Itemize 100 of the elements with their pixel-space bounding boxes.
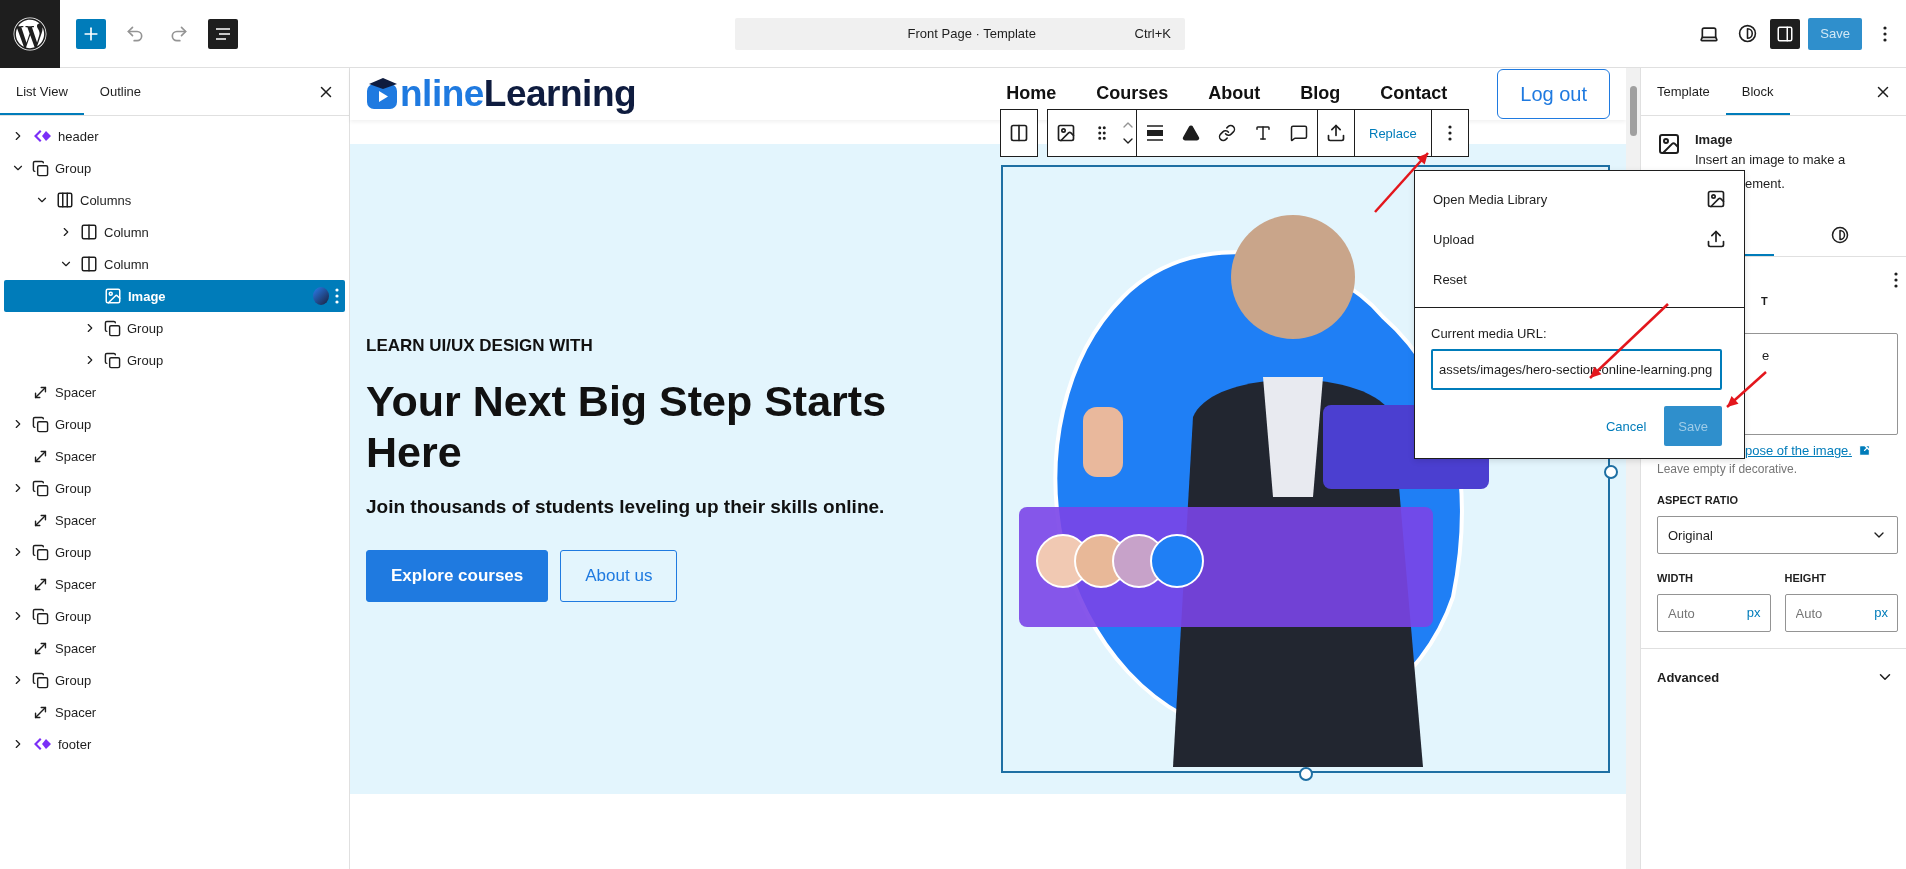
sidebar-tab[interactable]: Outline — [83, 68, 157, 115]
list-view-item[interactable]: Spacer — [4, 440, 345, 472]
columns-icon — [56, 191, 74, 209]
field-label: ASPECT RATIO — [1657, 494, 1740, 506]
item-label: Spacer — [55, 576, 97, 592]
add-block-button[interactable] — [76, 18, 106, 49]
triangle-icon — [1182, 124, 1200, 142]
list-view-item[interactable]: Spacer — [4, 568, 345, 600]
nav-link[interactable]: Courses — [1096, 82, 1169, 106]
list-view-item[interactable]: Spacer — [4, 696, 345, 728]
hero-subtitle: Join thousands of students leveling up their skills online. — [366, 495, 886, 518]
nav-link[interactable]: About — [1208, 82, 1261, 106]
item-label: footer — [58, 736, 92, 752]
list-view-item[interactable]: Group — [4, 472, 345, 504]
list-view-item[interactable]: Spacer — [4, 504, 345, 536]
undo-icon — [125, 23, 145, 44]
replace-button[interactable]: Replace — [1355, 110, 1431, 156]
list-view-item[interactable]: Spacer — [4, 632, 345, 664]
item-label: Group — [55, 608, 92, 624]
annotation-arrow — [1726, 371, 1767, 408]
list-view-item[interactable]: Image — [4, 280, 345, 312]
list-view-item[interactable]: Group — [4, 536, 345, 568]
item-label: Spacer — [55, 384, 97, 400]
item-label: Group — [55, 160, 92, 176]
menu-item[interactable]: Reset — [1415, 259, 1744, 299]
group-icon — [32, 159, 49, 177]
more-icon — [1883, 25, 1887, 42]
image-thumbnail — [313, 287, 329, 305]
image-icon — [104, 287, 122, 305]
sidebar-tab[interactable]: List View — [0, 68, 84, 115]
settings-tab[interactable]: Block — [1725, 68, 1790, 115]
contrast-icon — [1830, 226, 1849, 244]
list-view-item[interactable]: Group — [4, 408, 345, 440]
upload-icon — [1326, 123, 1346, 143]
item-label: Group — [55, 544, 92, 560]
external-link-icon — [1857, 444, 1871, 457]
logo-button[interactable] — [0, 0, 60, 68]
redo-icon — [169, 23, 189, 44]
nav-link[interactable]: Contact — [1380, 82, 1448, 106]
group-icon — [32, 671, 49, 689]
resize-handle[interactable] — [1298, 767, 1313, 781]
group-icon — [104, 351, 121, 369]
list-view-item[interactable]: Group — [4, 152, 345, 184]
sidebar-toggle-button[interactable] — [1770, 18, 1801, 49]
field-value: e — [1762, 348, 1770, 363]
list-view-button[interactable] — [208, 18, 238, 49]
advanced-toggle[interactable]: Advanced — [1641, 649, 1906, 705]
help-link[interactable]: pose of the image. — [1745, 443, 1852, 458]
command-search-field[interactable]: Front Page · Template Ctrl+K — [735, 17, 1185, 50]
logo-text: nline — [400, 73, 484, 115]
list-view-item[interactable]: Group — [4, 344, 345, 376]
item-label: Columns — [80, 192, 132, 208]
logout-button[interactable]: Log out — [1497, 69, 1610, 119]
item-label: Image — [128, 288, 166, 304]
scrollbar-thumb[interactable] — [1629, 86, 1637, 136]
image-icon — [1706, 189, 1726, 209]
list-view-item[interactable]: Columns — [4, 184, 345, 216]
link-icon — [1218, 124, 1236, 142]
group-icon — [32, 543, 49, 561]
list-view-item[interactable]: footer — [4, 728, 345, 760]
item-label: Column — [104, 224, 149, 240]
block-description: ement. — [1745, 176, 1785, 192]
list-view-item[interactable]: Column — [4, 248, 345, 280]
item-label: header — [58, 128, 99, 144]
list-view-item[interactable]: header — [4, 120, 345, 152]
group-icon — [32, 479, 49, 497]
logo-icon — [366, 78, 400, 110]
cancel-button[interactable]: Cancel — [1605, 418, 1647, 434]
list-view-item[interactable]: Group — [4, 600, 345, 632]
help-text: Leave empty if decorative. — [1657, 462, 1799, 476]
item-label: Group — [127, 352, 164, 368]
list-view-item[interactable]: Group — [4, 664, 345, 696]
sidebar-icon — [1776, 24, 1795, 43]
explore-button[interactable]: Explore courses — [366, 549, 549, 602]
item-label: Group — [55, 480, 92, 496]
more-icon[interactable] — [1894, 272, 1898, 288]
more-icon — [1447, 125, 1452, 141]
list-view-item[interactable]: Group — [4, 312, 345, 344]
annotation-arrow — [1374, 152, 1429, 213]
field-label: T — [1761, 295, 1768, 307]
field-label: WIDTH — [1657, 572, 1695, 584]
list-view-item[interactable]: Column — [4, 216, 345, 248]
item-label: Group — [55, 416, 92, 432]
settings-tab[interactable]: Template — [1641, 68, 1726, 115]
hero-eyebrow: LEARN UI/UX DESIGN WITH — [366, 336, 594, 357]
group-icon — [32, 415, 49, 433]
align-icon — [1145, 124, 1165, 142]
resize-handle[interactable] — [1604, 465, 1618, 479]
nav-link[interactable]: Blog — [1300, 82, 1341, 106]
group-icon — [104, 319, 121, 337]
about-button[interactable]: About us — [560, 549, 678, 602]
list-view-item[interactable]: Spacer — [4, 376, 345, 408]
menu-item[interactable]: Upload — [1415, 219, 1744, 259]
nav-link[interactable]: Home — [1006, 82, 1057, 106]
item-label: Group — [127, 320, 164, 336]
aspect-ratio-select[interactable]: Original — [1657, 516, 1898, 554]
item-label: Spacer — [55, 640, 97, 656]
caption-icon — [1290, 124, 1308, 142]
menu-item[interactable]: Open Media Library — [1415, 179, 1744, 219]
block-description: Insert an image to make a — [1695, 152, 1846, 168]
